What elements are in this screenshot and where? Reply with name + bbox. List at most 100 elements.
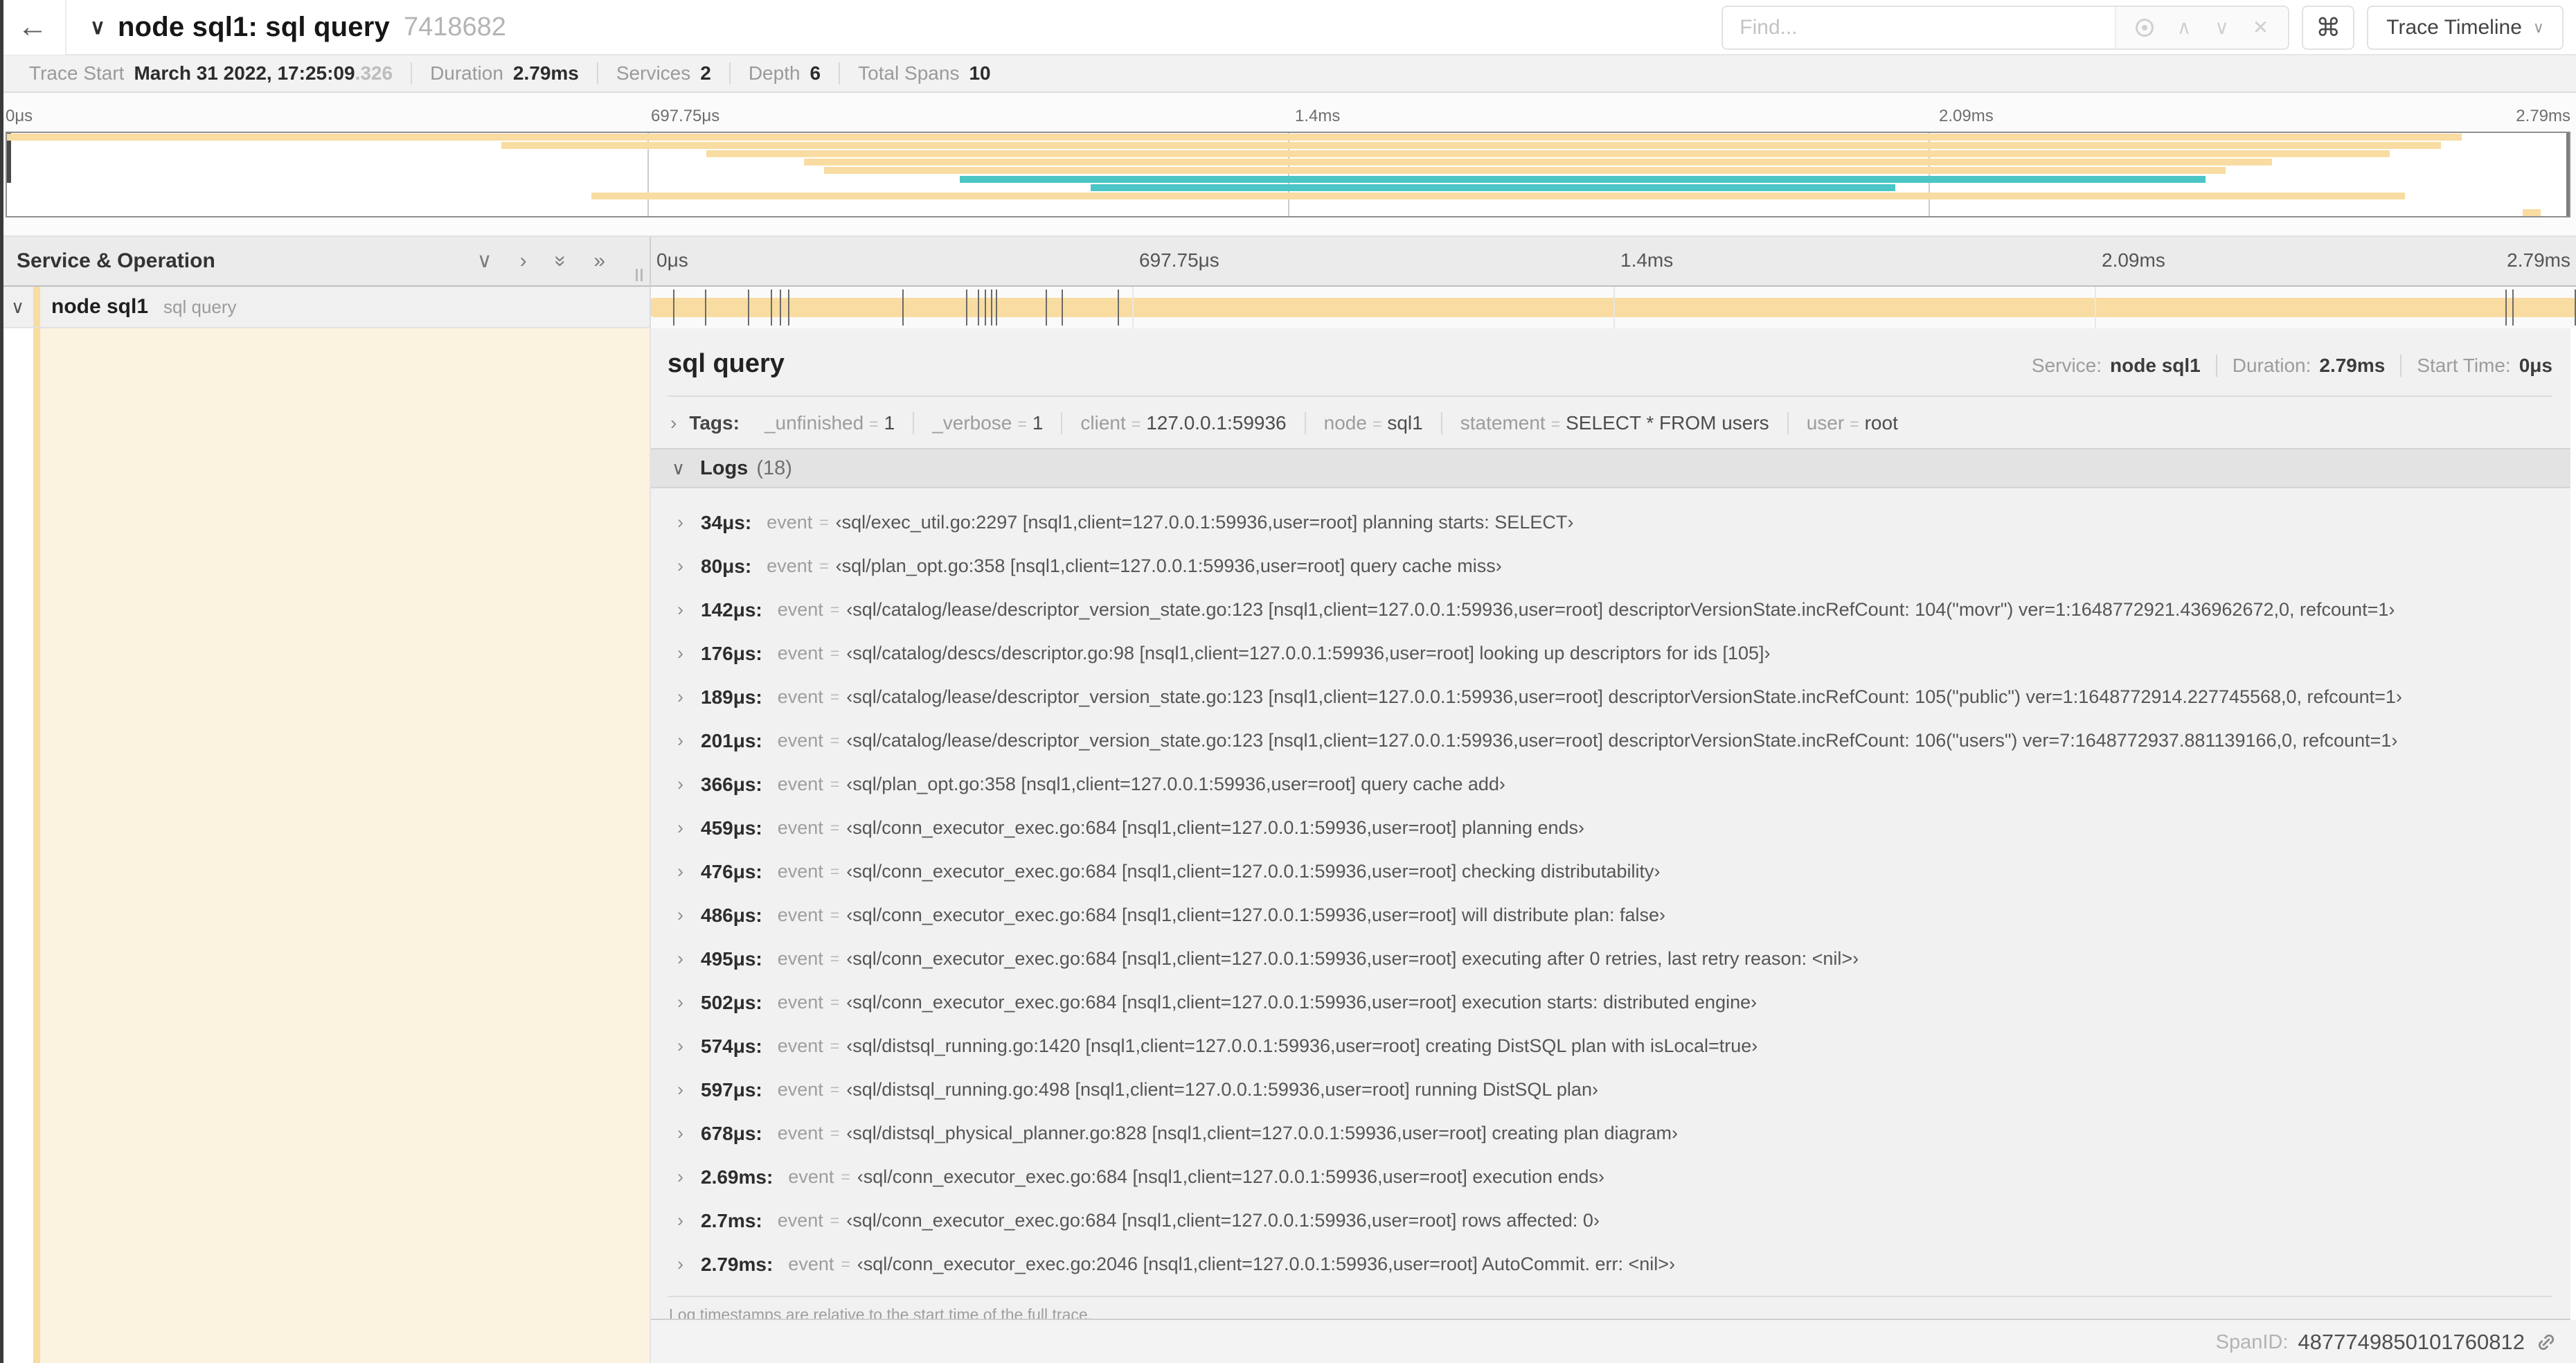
meta-label: Service:	[2031, 355, 2102, 376]
log-entry-row[interactable]: › 189μs: event = ‹sql/catalog/lease/descript…	[651, 675, 2570, 719]
find-input[interactable]	[1723, 7, 2115, 48]
chevron-right-icon: ›	[677, 599, 683, 620]
service-color-stripe	[33, 287, 40, 327]
log-entry-row[interactable]: › 502μs: event = ‹sql/conn_executor_exec.go:…	[651, 981, 2570, 1024]
tag-value: SELECT * FROM users	[1566, 412, 1769, 434]
log-marker[interactable]	[991, 289, 993, 326]
log-marker[interactable]	[2512, 289, 2514, 326]
equals-sign: =	[830, 600, 840, 618]
header-actions: ∧ ∨ ✕ ⌘ Trace Timeline ∨	[1721, 6, 2564, 50]
log-entry-row[interactable]: › 176μs: event = ‹sql/catalog/descs/descript…	[651, 632, 2570, 675]
tag-key: user	[1806, 412, 1845, 434]
log-field-value: ‹sql/catalog/lease/descriptor_version_st…	[846, 730, 2398, 751]
expand-all-icon[interactable]: »	[593, 251, 605, 271]
back-button[interactable]: ←	[0, 0, 66, 55]
log-entry-row[interactable]: › 476μs: event = ‹sql/conn_executor_exec.go:…	[651, 850, 2570, 893]
top-bar: ← ∨ node sql1: sql query 7418682 ∧ ∨ ✕ ⌘…	[0, 0, 2576, 55]
equals-sign: =	[830, 1037, 840, 1055]
log-field-key: event	[777, 643, 823, 663]
log-field-key: event	[777, 1210, 823, 1231]
next-match-icon[interactable]: ∨	[2215, 18, 2229, 37]
log-field-key: event	[777, 992, 823, 1013]
log-marker[interactable]	[902, 289, 904, 326]
log-entry-row[interactable]: › 495μs: event = ‹sql/conn_executor_exec.go:…	[651, 937, 2570, 981]
log-entry-row[interactable]: › 678μs: event = ‹sql/distsql_physical_plann…	[651, 1112, 2570, 1155]
chevron-right-icon: ›	[677, 992, 683, 1013]
log-field-key: event	[777, 1035, 823, 1056]
meta-value: 0μs	[2519, 355, 2552, 376]
logs-accordion-header[interactable]: ∨ Logs (18)	[651, 448, 2570, 488]
minimap-right-scrubber[interactable]	[2566, 133, 2569, 216]
span-operation-name: sql query	[163, 296, 237, 317]
log-marker[interactable]	[1045, 289, 1047, 326]
span-name-cell[interactable]: ∨ node sql1 sql query	[0, 287, 651, 328]
log-entry-row[interactable]: › 486μs: event = ‹sql/conn_executor_exec.go:…	[651, 893, 2570, 937]
equals-sign: =	[830, 775, 840, 793]
equals-sign: =	[830, 688, 840, 706]
timeline-guide-line	[1613, 287, 1615, 328]
locate-match-icon[interactable]	[2135, 19, 2154, 37]
tag-value: 1	[1032, 412, 1044, 434]
previous-match-icon[interactable]: ∧	[2177, 18, 2192, 37]
log-field-key: event	[777, 1079, 823, 1100]
chevron-right-icon: ›	[677, 1079, 683, 1100]
clear-search-icon[interactable]: ✕	[2253, 18, 2269, 37]
trace-title-group[interactable]: ∨ node sql1: sql query 7418682	[90, 12, 506, 43]
log-marker[interactable]	[672, 289, 674, 326]
span-id-label: SpanID:	[2215, 1330, 2289, 1353]
span-bar-cell[interactable]	[651, 287, 2576, 328]
log-marker[interactable]	[2505, 289, 2507, 326]
log-marker[interactable]	[780, 289, 782, 326]
column-resizer-handle[interactable]	[636, 269, 643, 281]
span-service-name: node sql1	[51, 295, 149, 318]
log-field-key: event	[777, 861, 823, 882]
copy-link-icon[interactable]	[2534, 1330, 2558, 1354]
log-entry-row[interactable]: › 34μs: event = ‹sql/exec_util.go:2297 [nsql…	[651, 501, 2570, 544]
log-entry-row[interactable]: › 574μs: event = ‹sql/distsql_running.go:142…	[651, 1024, 2570, 1068]
log-entry-row[interactable]: › 366μs: event = ‹sql/plan_opt.go:358 [nsql1…	[651, 763, 2570, 806]
log-marker[interactable]	[704, 289, 706, 326]
log-marker[interactable]	[996, 289, 998, 326]
log-entry-row[interactable]: › 459μs: event = ‹sql/conn_executor_exec.go:…	[651, 806, 2570, 850]
log-entry-row[interactable]: › 80μs: event = ‹sql/plan_opt.go:358 [nsql1,…	[651, 544, 2570, 588]
summary-value: March 31 2022, 17:25:09	[134, 62, 355, 84]
log-entry-row[interactable]: › 597μs: event = ‹sql/distsql_running.go:498…	[651, 1068, 2570, 1112]
summary-label: Duration	[430, 62, 503, 84]
log-marker[interactable]	[985, 289, 987, 326]
expand-one-icon[interactable]: ›	[520, 251, 527, 271]
log-entry-row[interactable]: › 2.7ms: event = ‹sql/conn_executor_exec.go:…	[651, 1199, 2570, 1242]
equals-sign: =	[830, 644, 840, 662]
log-marker[interactable]	[747, 289, 749, 326]
collapse-all-icon[interactable]: »	[549, 256, 572, 267]
log-marker[interactable]	[1117, 289, 1119, 326]
log-marker[interactable]	[978, 289, 980, 326]
equals-sign: =	[830, 993, 840, 1011]
keyboard-shortcuts-button[interactable]: ⌘	[2302, 6, 2355, 50]
log-marker[interactable]	[771, 289, 773, 326]
log-field-key: event	[777, 686, 823, 707]
log-marker[interactable]	[966, 289, 968, 326]
tag-key: statement	[1460, 412, 1546, 434]
logs-footer-note: Log timestamps are relative to the start…	[668, 1296, 2552, 1319]
minimap-canvas[interactable]	[6, 132, 2570, 217]
tags-accordion[interactable]: › Tags: _unfinished = 1 _verbose = 1 client = 12…	[651, 397, 2570, 448]
logs-count: (18)	[756, 456, 792, 479]
command-key-icon: ⌘	[2316, 13, 2341, 42]
trace-view-selector[interactable]: Trace Timeline ∨	[2367, 6, 2564, 50]
summary-value-suffix: .326	[355, 62, 393, 84]
log-entry-row[interactable]: › 2.79ms: event = ‹sql/conn_executor_exec.go…	[651, 1242, 2570, 1286]
chevron-right-icon: ›	[677, 1166, 683, 1187]
log-marker[interactable]	[788, 289, 790, 326]
chevron-down-icon[interactable]: ∨	[11, 296, 32, 318]
log-entry-row[interactable]: › 201μs: event = ‹sql/catalog/lease/descript…	[651, 719, 2570, 763]
trace-id: 7418682	[403, 12, 506, 42]
log-entry-row[interactable]: › 142μs: event = ‹sql/catalog/lease/descript…	[651, 588, 2570, 632]
summary-label: Trace Start	[29, 62, 125, 84]
log-marker[interactable]	[1061, 289, 1063, 326]
tag-item: _unfinished = 1	[746, 412, 913, 434]
log-timestamp: 495μs:	[701, 947, 762, 970]
span-row[interactable]: ∨ node sql1 sql query	[0, 287, 2576, 328]
collapse-one-icon[interactable]: ∨	[477, 251, 492, 271]
minimap-tick-label: 0μs	[6, 107, 33, 125]
log-entry-row[interactable]: › 2.69ms: event = ‹sql/conn_executor_exec.go…	[651, 1155, 2570, 1199]
